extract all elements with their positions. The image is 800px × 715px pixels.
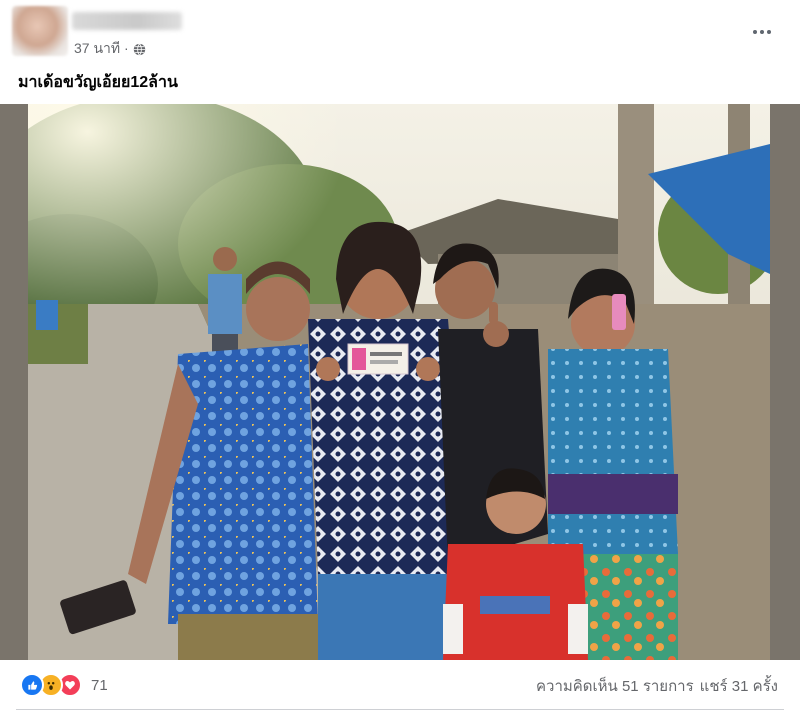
post-meta: 37 นาที · [74, 38, 146, 60]
post-stats: ความคิดเห็น 51 รายการ แชร์ 31 ครั้ง [536, 674, 778, 698]
post-timestamp[interactable]: 37 นาที · [74, 38, 129, 60]
photo-frame [0, 104, 800, 660]
author-name[interactable] [72, 12, 182, 30]
post-photo[interactable] [28, 104, 770, 660]
footer-divider [16, 709, 784, 710]
author-avatar[interactable] [12, 6, 68, 56]
reaction-count: 71 [91, 676, 108, 694]
post-footer: 71 ความคิดเห็น 51 รายการ แชร์ 31 ครั้ง [0, 660, 800, 715]
post-caption: มาเด้อขวัญเอ้ยย12ล้าน [18, 74, 178, 91]
post-options-button[interactable] [746, 20, 778, 44]
globe-icon [133, 43, 145, 55]
comments-count-link[interactable]: ความคิดเห็น 51 รายการ [536, 674, 694, 698]
more-horizontal-icon [753, 30, 757, 34]
photo-illustration [28, 104, 770, 660]
like-icon [20, 673, 44, 697]
shares-count-link[interactable]: แชร์ 31 ครั้ง [700, 674, 778, 698]
reaction-summary[interactable]: 71 [20, 673, 108, 697]
facebook-post: 37 นาที · มาเด้อขวัญเอ้ยย12ล้าน 71 ความค… [0, 0, 800, 715]
